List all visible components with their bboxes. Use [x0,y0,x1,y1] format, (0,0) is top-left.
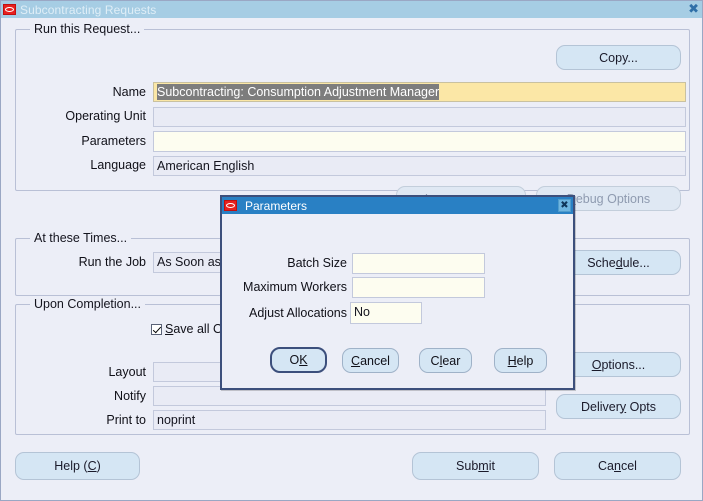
label-language: Language [90,158,146,172]
debug-options-button-label: Debug Options [567,191,651,206]
group-title-run-this-request: Run this Request... [30,22,145,36]
dialog-clear-button[interactable]: Clear [419,348,472,373]
close-icon[interactable]: ✖ [558,199,571,212]
name-field-value: Subcontracting: Consumption Adjustment M… [157,84,440,100]
dialog-ok-button[interactable]: OK [270,347,327,373]
label-layout: Layout [108,365,146,379]
save-all-output-label: Save all O [165,322,223,336]
operating-unit-field[interactable] [153,107,686,127]
label-operating-unit: Operating Unit [65,109,146,123]
dialog-cancel-label: Cancel [351,353,390,368]
dialog-help-button[interactable]: Help [494,348,547,373]
submit-button[interactable]: Submit [412,452,539,480]
label-batch-size: Batch Size [287,256,347,270]
delivery-opts-button-label: Delivery Opts [580,399,657,414]
delivery-opts-button[interactable]: Delivery Opts [556,394,681,419]
dialog-clear-label: Clear [430,353,461,368]
label-name: Name [112,85,146,99]
parameters-dialog: Parameters ✖ Batch Size Maximum Workers … [220,195,575,390]
group-title-at-these-times: At these Times... [30,231,132,245]
group-title-upon-completion: Upon Completion... [30,297,146,311]
schedule-button-label: Schedule... [587,255,650,270]
help-button[interactable]: Help (C) [15,452,140,480]
cancel-button-label: Cancel [598,459,637,473]
adjust-allocations-field[interactable]: No [350,302,422,324]
oracle-logo-icon [224,200,237,211]
maximum-workers-field[interactable] [352,277,485,298]
dialog-help-label: Help [507,353,534,368]
parameters-field[interactable] [153,131,686,152]
print-to-field[interactable]: noprint [153,410,546,430]
label-notify: Notify [114,389,146,403]
label-run-the-job: Run the Job [78,255,146,269]
submit-button-label: Submit [456,459,495,473]
parameters-dialog-body: Batch Size Maximum Workers Adjust Alloca… [222,214,573,388]
parameters-dialog-titlebar: Parameters ✖ [222,197,573,214]
label-adjust-allocations: Adjust Allocations [249,306,347,320]
parameters-dialog-title: Parameters [245,198,308,213]
checkbox-icon [151,323,162,335]
close-icon[interactable]: ✖ [688,3,702,16]
label-print-to: Print to [106,413,146,427]
copy-button[interactable]: Copy... [556,45,681,70]
name-field[interactable]: Subcontracting: Consumption Adjustment M… [153,82,686,102]
batch-size-field[interactable] [352,253,485,274]
window-title: Subcontracting Requests [20,2,157,17]
subcontracting-requests-window: Subcontracting Requests ✖ Run this Reque… [0,0,703,501]
language-field[interactable]: American English [153,156,686,176]
copy-button-label: Copy... [599,50,638,65]
oracle-logo-icon [3,4,16,15]
cancel-button[interactable]: Cancel [554,452,681,480]
save-all-output-checkbox[interactable]: Save all O [151,322,223,336]
dialog-cancel-button[interactable]: Cancel [342,348,399,373]
label-parameters: Parameters [81,134,146,148]
window-titlebar: Subcontracting Requests ✖ [1,1,702,18]
label-maximum-workers: Maximum Workers [243,280,347,294]
help-button-label: Help (C) [54,459,101,473]
dialog-ok-label: OK [289,353,308,367]
options-button-label: Options... [591,357,646,372]
